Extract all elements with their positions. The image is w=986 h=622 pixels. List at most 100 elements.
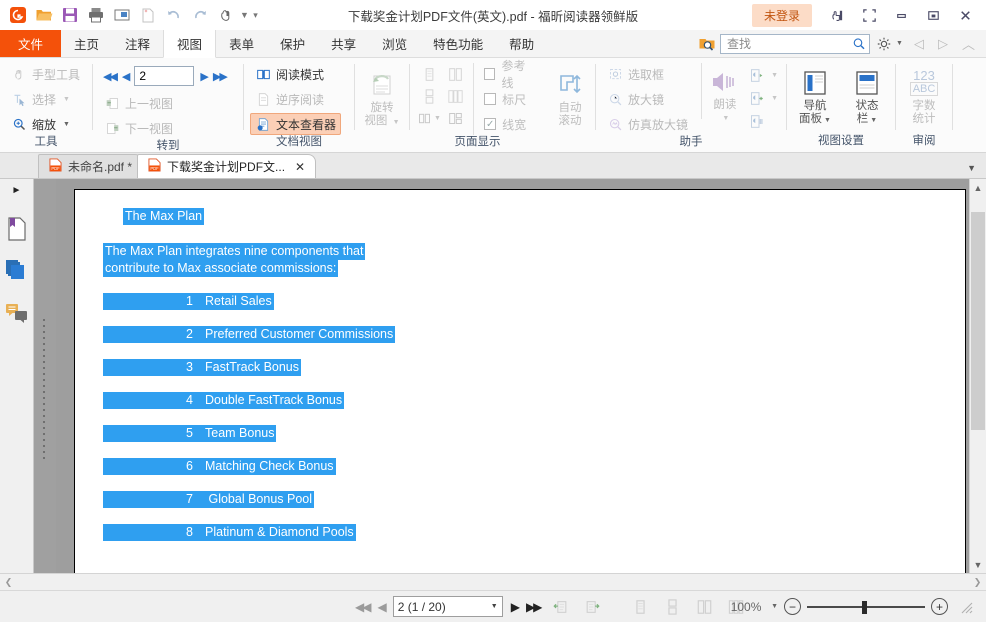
pdf-page[interactable]: The Max Plan The Max Plan integrates nin…	[74, 189, 966, 573]
search-input-wrapper[interactable]	[720, 34, 870, 54]
auto-scroll-button[interactable]: 自动 滚动	[551, 66, 589, 128]
zoom-in-button[interactable]: +	[931, 598, 948, 615]
rotate-view-button[interactable]: 旋转 视图 ▼	[361, 66, 403, 129]
loupe-button[interactable]: 仿真放大镜	[602, 113, 693, 135]
redo-icon[interactable]	[188, 3, 212, 27]
navigation-panel-button[interactable]: 导航 面板▼	[793, 64, 837, 127]
zoom-tool-button[interactable]: 缩放 ▼	[6, 113, 85, 135]
zoom-out-button[interactable]: −	[784, 598, 801, 615]
next-view-button[interactable]: 下一视图	[99, 117, 237, 139]
menu-item-share[interactable]: 共享	[318, 30, 369, 57]
read-current-page-caret[interactable]: ▼	[771, 95, 778, 102]
reverse-reading-button[interactable]: 逆序阅读	[250, 88, 341, 110]
zoom-slider-knob[interactable]	[862, 601, 867, 614]
open-icon[interactable]	[32, 3, 56, 27]
page-number-input[interactable]	[134, 66, 194, 86]
fit-page-icon[interactable]	[628, 596, 652, 618]
single-page-icon[interactable]	[416, 63, 442, 85]
horizontal-scrollbar[interactable]: ❮ ❯	[0, 573, 986, 590]
back-button[interactable]: ◁	[909, 36, 929, 52]
line-weights-checkbox-row[interactable]: ✓ 线宽	[480, 113, 539, 135]
bookmarks-icon[interactable]	[4, 215, 30, 243]
scroll-down-button[interactable]: ▼	[970, 556, 986, 573]
guides-checkbox[interactable]	[484, 68, 495, 80]
last-page-icon[interactable]: ▶▶	[526, 600, 540, 614]
previous-page-icon[interactable]: ◀	[377, 600, 384, 614]
save-icon[interactable]	[58, 3, 82, 27]
login-button[interactable]: 未登录	[752, 4, 812, 27]
advanced-search-icon[interactable]	[698, 35, 716, 53]
email-icon[interactable]	[110, 3, 134, 27]
scroll-left-button[interactable]: ❮	[0, 577, 17, 588]
magnifier-button[interactable]: 放大镜	[602, 88, 693, 110]
menu-item-comment[interactable]: 注释	[112, 30, 163, 57]
hand-tool-button[interactable]: 手型工具	[6, 63, 85, 85]
menu-item-help[interactable]: 帮助	[496, 30, 547, 57]
foxit-logo-icon[interactable]	[6, 3, 30, 27]
expand-panel-arrow-icon[interactable]: ►	[12, 185, 22, 201]
page-selector[interactable]: 2 (1 / 20) ▼	[393, 596, 503, 617]
close-tab-icon[interactable]: ✕	[295, 160, 305, 174]
marquee-tool-button[interactable]: 选取框	[602, 63, 693, 85]
next-view-status-icon[interactable]	[580, 596, 604, 618]
resize-grip-icon[interactable]	[954, 596, 978, 618]
rulers-checkbox-row[interactable]: 标尺	[480, 88, 539, 110]
zoom-slider[interactable]	[807, 600, 925, 614]
read-aloud-button[interactable]: 朗读 ▼	[708, 63, 742, 125]
previous-page-button[interactable]: ◀	[122, 70, 128, 83]
search-settings-button[interactable]: ▼	[874, 36, 905, 52]
pdf-viewport[interactable]: The Max Plan The Max Plan integrates nin…	[56, 179, 986, 573]
status-bar-button[interactable]: 状态 栏▼	[845, 64, 889, 127]
menu-item-view[interactable]: 视图	[163, 30, 216, 58]
close-icon[interactable]	[950, 2, 980, 28]
facing-view-icon[interactable]	[692, 596, 716, 618]
reading-mode-button[interactable]: 阅读模式	[250, 63, 341, 85]
word-count-button[interactable]: 123 ABC 字数 统计	[902, 64, 946, 126]
select-tool-caret[interactable]: ▼	[63, 96, 70, 103]
menu-item-form[interactable]: 表单	[216, 30, 267, 57]
vertical-scroll-track[interactable]	[970, 196, 986, 556]
hand-tool-icon[interactable]	[214, 3, 238, 27]
maximize-icon[interactable]	[918, 2, 948, 28]
menu-item-protect[interactable]: 保护	[267, 30, 318, 57]
document-tab-active[interactable]: PDF 下载奖金计划PDF文... ✕	[137, 154, 316, 178]
new-from-clipboard-icon[interactable]	[136, 3, 160, 27]
first-page-button[interactable]: ◀◀	[103, 70, 116, 83]
facing-pages-icon[interactable]	[442, 63, 468, 85]
first-page-icon[interactable]: ◀◀	[355, 600, 369, 614]
menu-item-browse[interactable]: 浏览	[369, 30, 420, 57]
search-settings-caret[interactable]: ▼	[896, 40, 903, 47]
continuous-icon[interactable]	[416, 85, 442, 107]
read-from-page-button[interactable]: ▼	[746, 65, 780, 85]
fullscreen-icon[interactable]	[854, 2, 884, 28]
pause-reading-button[interactable]	[746, 111, 780, 131]
page-selector-caret[interactable]: ▼	[491, 603, 498, 610]
continuous-facing-icon[interactable]	[442, 85, 468, 107]
read-aloud-caret[interactable]: ▼	[722, 112, 729, 125]
previous-view-status-icon[interactable]	[548, 596, 572, 618]
next-page-icon[interactable]: ▶	[511, 600, 518, 614]
select-tool-button[interactable]: 选择 ▼	[6, 88, 85, 110]
forward-button[interactable]: ▷	[933, 36, 953, 52]
menu-item-home[interactable]: 主页	[61, 30, 112, 57]
hand-tool-dropdown-caret[interactable]: ▼	[240, 3, 249, 27]
zoom-level-caret[interactable]: ▼	[771, 603, 778, 610]
menu-item-file[interactable]: 文件	[0, 30, 61, 57]
undo-icon[interactable]	[162, 3, 186, 27]
last-page-button[interactable]: ▶▶	[213, 70, 226, 83]
separate-cover-icon[interactable]	[442, 107, 468, 129]
tab-list-dropdown-icon[interactable]: ▼	[967, 163, 986, 178]
zoom-tool-caret[interactable]: ▼	[63, 121, 70, 128]
splitter-grip[interactable]	[41, 317, 49, 365]
text-viewer-button[interactable]: 文本查看器	[250, 113, 341, 135]
comments-icon[interactable]	[4, 299, 30, 327]
customize-toolbar-caret[interactable]: ▾	[251, 3, 260, 27]
rulers-checkbox[interactable]	[484, 93, 496, 105]
scroll-up-button[interactable]: ▲	[970, 179, 986, 196]
previous-view-button[interactable]: 上一视图	[99, 92, 237, 114]
scroll-right-button[interactable]: ❯	[969, 577, 986, 588]
search-input[interactable]	[725, 36, 851, 52]
touch-mode-icon[interactable]	[822, 2, 852, 28]
print-icon[interactable]	[84, 3, 108, 27]
panel-splitter[interactable]	[34, 179, 56, 573]
